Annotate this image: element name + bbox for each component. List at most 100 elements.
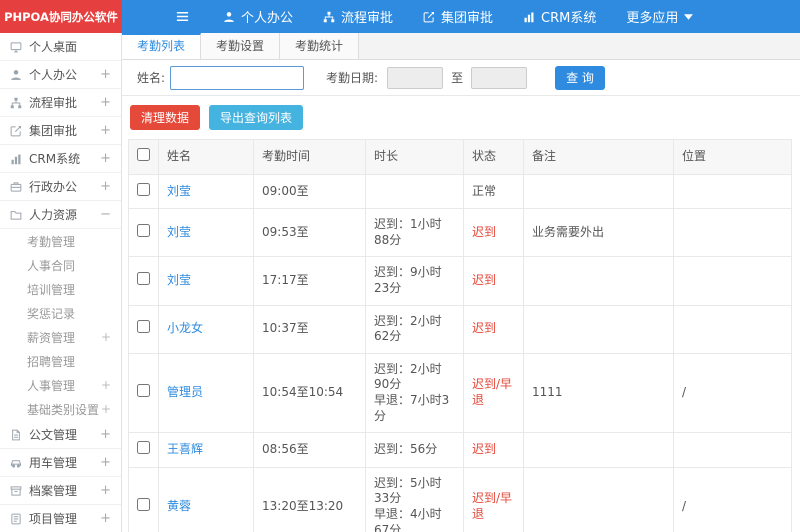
table-row: 小龙女 10:37至 迟到：2小时62分 迟到 <box>128 304 792 354</box>
sidebar-item-label: 行政办公 <box>29 180 78 194</box>
cell-remark <box>523 466 674 532</box>
hamburger-menu-icon[interactable] <box>164 0 200 33</box>
expand-plus-icon: + <box>100 402 111 416</box>
tab-attendance-list[interactable]: 考勤列表 <box>122 33 202 59</box>
cell-location <box>673 208 792 258</box>
cell-location <box>673 304 792 354</box>
cell-location <box>673 173 792 210</box>
sidebar-item-personal-office[interactable]: 个人办公 + <box>0 61 121 89</box>
cell-duration: 迟到：2小时90分 早退：7小时3分 <box>365 352 464 434</box>
row-checkbox[interactable] <box>137 441 150 455</box>
nav-item-more-apps[interactable]: 更多应用 <box>611 0 708 33</box>
attendance-table-wrap: 姓名 考勤时间 时长 状态 备注 位置 刘莹 09:00至 正常 刘莹 09:53至 迟到：1小时8… <box>122 139 800 532</box>
cell-remark <box>523 304 674 354</box>
nav-item-personal-office[interactable]: 个人办公 <box>208 0 308 33</box>
cell-status: 迟到 <box>463 256 524 306</box>
cell-time: 17:17至 <box>253 256 366 306</box>
cell-name-link[interactable]: 王喜辉 <box>158 432 254 468</box>
row-checkbox-cell <box>128 256 159 306</box>
sidebar-item-crm-system[interactable]: CRM系统 + <box>0 145 121 173</box>
car-icon <box>10 457 22 469</box>
cell-remark: 1111 <box>523 352 674 434</box>
sidebar-subitem-personnel-contract[interactable]: 人事合同 <box>0 253 121 277</box>
expand-plus-icon: + <box>100 378 111 392</box>
cell-location: / <box>673 352 792 434</box>
cell-remark: 业务需要外出 <box>523 208 674 258</box>
cell-duration <box>365 173 464 210</box>
row-checkbox[interactable] <box>137 272 150 286</box>
cell-name-link[interactable]: 管理员 <box>158 352 254 434</box>
row-checkbox[interactable] <box>137 182 150 196</box>
sidebar-subitem-personnel-management[interactable]: 人事管理 + <box>0 373 121 397</box>
sidebar-item-vehicle-management[interactable]: 用车管理 + <box>0 449 121 477</box>
expand-plus-icon: + <box>100 95 111 110</box>
sidebar-subitem-attendance-management[interactable]: 考勤管理 <box>0 229 121 253</box>
table-row: 黄蓉 13:20至13:20 迟到：5小时33分 早退：4小时67分 迟到/早退 / <box>128 466 792 532</box>
row-checkbox[interactable] <box>137 384 150 398</box>
cell-remark <box>523 432 674 468</box>
tab-attendance-settings[interactable]: 考勤设置 <box>201 33 281 59</box>
sidebar-item-admin-office[interactable]: 行政办公 + <box>0 173 121 201</box>
cell-name-link[interactable]: 刘莹 <box>158 256 254 306</box>
date-from-input[interactable] <box>387 66 444 89</box>
cell-name-link[interactable]: 刘莹 <box>158 173 254 210</box>
cell-location: / <box>673 466 792 532</box>
cell-duration: 迟到：9小时23分 <box>365 256 464 306</box>
export-list-button[interactable]: 导出查询列表 <box>209 105 304 130</box>
row-checkbox[interactable] <box>137 223 150 237</box>
nav-item-label: 个人办公 <box>241 11 294 26</box>
sidebar-subitem-reward-punishment-record[interactable]: 奖惩记录 <box>0 301 121 325</box>
sidebar-subitem-salary-management[interactable]: 薪资管理 + <box>0 325 121 349</box>
sidebar-item-document-management[interactable]: 公文管理 + <box>0 421 121 449</box>
briefcase-icon <box>10 181 22 193</box>
select-all-checkbox[interactable] <box>137 148 150 161</box>
row-checkbox[interactable] <box>137 320 150 334</box>
nav-item-process-approval[interactable]: 流程审批 <box>308 0 408 33</box>
name-filter-input[interactable] <box>170 65 305 90</box>
cell-name-link[interactable]: 黄蓉 <box>158 466 254 532</box>
sidebar-subitem-training-management[interactable]: 培训管理 <box>0 277 121 301</box>
nav-item-label: 更多应用 <box>626 11 679 26</box>
sidebar-item-group-approval[interactable]: 集团审批 + <box>0 117 121 145</box>
filter-bar: 姓名: 考勤日期: 至 查 询 <box>122 60 800 96</box>
date-to-input[interactable] <box>471 66 528 89</box>
row-checkbox[interactable] <box>137 498 150 512</box>
row-checkbox-cell <box>128 304 159 354</box>
sidebar: 个人桌面 个人办公 + 流程审批 + 集团审批 + CRM系统 + 行政办公 + 人力资源 − 考勤管理人… <box>0 33 122 532</box>
sidebar-subitem-recruitment-management[interactable]: 招聘管理 <box>0 349 121 373</box>
nav-item-label: 流程审批 <box>341 11 394 26</box>
cell-name-link[interactable]: 小龙女 <box>158 304 254 354</box>
expand-plus-icon: + <box>100 511 111 526</box>
nav-item-crm-system[interactable]: CRM系统 <box>508 0 611 33</box>
sidebar-subitem-label: 培训管理 <box>27 282 76 297</box>
expand-plus-icon: + <box>100 483 111 498</box>
sidebar-item-label: 流程审批 <box>29 96 78 110</box>
expand-plus-icon: + <box>100 151 111 166</box>
table-body: 刘莹 09:00至 正常 刘莹 09:53至 迟到：1小时88分 迟到 业务需要外出 刘莹 17:… <box>128 173 792 532</box>
archive-icon <box>10 485 22 497</box>
sidebar-item-label: 公文管理 <box>29 428 78 442</box>
sidebar-subitem-basic-category-settings[interactable]: 基础类别设置 + <box>0 397 121 421</box>
expand-plus-icon: + <box>100 427 111 442</box>
date-to-label: 至 <box>451 71 464 85</box>
sidebar-subitem-label: 薪资管理 <box>27 330 76 345</box>
sidebar-menu: 个人桌面 个人办公 + 流程审批 + 集团审批 + CRM系统 + 行政办公 + 人力资源 − 考勤管理人… <box>0 33 121 532</box>
search-button[interactable]: 查 询 <box>555 65 605 90</box>
sidebar-item-personal-desktop[interactable]: 个人桌面 <box>0 33 121 61</box>
sidebar-item-archive-management[interactable]: 档案管理 + <box>0 477 121 505</box>
column-header: 位置 <box>673 139 792 175</box>
sidebar-item-human-resources[interactable]: 人力资源 − <box>0 201 121 229</box>
cell-time: 08:56至 <box>253 432 366 468</box>
sidebar-subitem-label: 招聘管理 <box>27 354 76 369</box>
sidebar-item-label: 档案管理 <box>29 484 78 498</box>
tab-attendance-statistics[interactable]: 考勤统计 <box>280 33 360 59</box>
sidebar-item-process-approval[interactable]: 流程审批 + <box>0 89 121 117</box>
chart-icon <box>523 11 535 23</box>
cell-name-link[interactable]: 刘莹 <box>158 208 254 258</box>
desktop-icon <box>10 41 22 53</box>
sidebar-item-project-management[interactable]: 项目管理 + <box>0 505 121 532</box>
cell-time: 13:20至13:20 <box>253 466 366 532</box>
nav-item-group-approval[interactable]: 集团审批 <box>408 0 508 33</box>
clear-data-button[interactable]: 清理数据 <box>130 105 201 130</box>
action-buttons: 清理数据 导出查询列表 <box>122 96 800 139</box>
